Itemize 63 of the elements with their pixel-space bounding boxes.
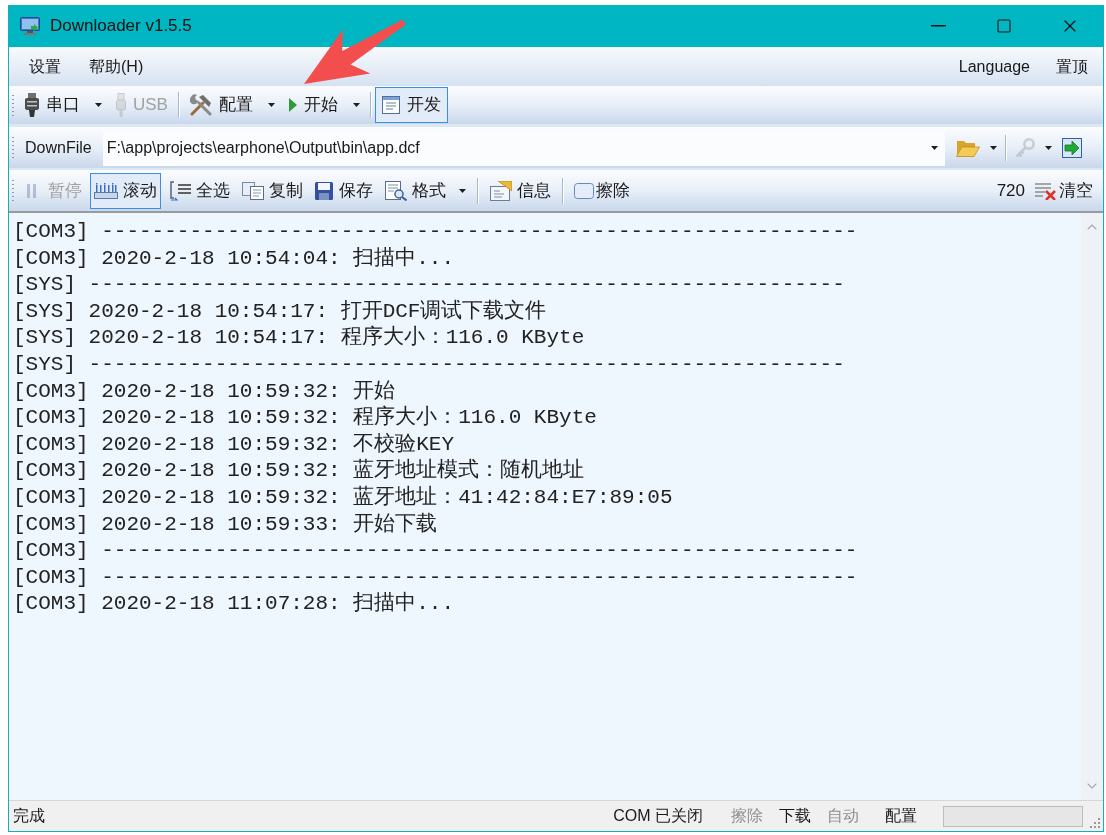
status-label: 配置 [884, 806, 918, 826]
keyboard-icon [94, 182, 118, 199]
menu-item[interactable]: 设置 [15, 51, 75, 82]
log-line: [COM3] 2020-2-18 10:59:32: 蓝牙地址：41:42:84:E7:89:05 [13, 484, 673, 511]
card-icon [490, 180, 512, 201]
log-line: [SYS] ------------------------------------------------------------ [13, 351, 845, 378]
log-line: [COM3] ------------------------------------------------------------ [13, 538, 858, 565]
menu-item[interactable]: 帮助(H) [75, 51, 158, 82]
copy-button[interactable]: 复制 [238, 172, 307, 209]
folder-icon [956, 138, 980, 157]
menu-item[interactable]: 置顶 [1043, 51, 1101, 82]
config-button[interactable]: 配置 [182, 87, 282, 123]
log-line: [COM3] 2020-2-18 10:59:32: 蓝牙地址模式：随机地址 [13, 458, 585, 485]
maximize-icon [996, 18, 1012, 34]
log-line: [COM3] 2020-2-18 10:54:04: 扫描中... [13, 245, 455, 272]
tools-icon [189, 94, 212, 116]
develop-button[interactable]: 开发 [374, 87, 448, 123]
key-icon [1015, 137, 1035, 158]
log-line: [COM3] 2020-2-18 10:59:33: 开始下载 [13, 511, 438, 538]
usb-plug-icon [116, 93, 126, 117]
window-title: Downloader v1.5.5 [50, 15, 192, 38]
copy-icon [242, 181, 264, 200]
select-all-button[interactable]: 全选 [165, 172, 234, 209]
document-icon [381, 96, 400, 114]
serial-port-button[interactable]: 串口 [18, 87, 109, 123]
menu-item[interactable]: Language [945, 51, 1043, 82]
line-count: 720 [996, 179, 1025, 202]
log-line: [SYS] 2020-2-18 10:54:17: 打开DCF调试下载文件 [13, 298, 547, 325]
save-button[interactable]: 保存 [311, 172, 377, 209]
status-message: 完成 [13, 806, 45, 826]
log-line: [SYS] 2020-2-18 10:54:17: 程序大小：116.0 KByte [13, 325, 585, 352]
caret-icon [930, 145, 938, 150]
log-line: [COM3] ------------------------------------------------------------ [13, 564, 858, 591]
log-line: [COM3] 2020-2-18 10:59:32: 开始 [13, 378, 396, 405]
file-label: DownFile [25, 137, 92, 158]
connector-icon [25, 93, 39, 117]
status-label: 自动 [826, 806, 860, 826]
erase-checkbox[interactable]: 擦除 [571, 172, 633, 209]
info-button[interactable]: 信息 [486, 172, 555, 209]
minimize-icon [930, 25, 946, 27]
clear-button[interactable]: 清空 [1033, 172, 1095, 209]
scrollbar[interactable] [1081, 213, 1103, 800]
format-button[interactable]: 格式 [381, 172, 470, 209]
port-status: COM 已关闭 [613, 806, 703, 826]
log-line: [SYS] ------------------------------------------------------------ [13, 272, 845, 299]
scroll-button[interactable]: 滚动 [90, 172, 161, 209]
select-all-icon [169, 180, 191, 201]
start-button[interactable]: 开始 [281, 87, 367, 123]
log-line: [COM3] 2020-2-18 11:07:28: 扫描中... [13, 591, 455, 618]
clear-list-icon [1035, 181, 1056, 200]
resize-grip-icon[interactable] [1089, 817, 1100, 828]
status-label: 擦除 [730, 806, 764, 826]
log-line: [COM3] 2020-2-18 10:59:32: 不校验KEY [13, 431, 455, 458]
log-line: [COM3] 2020-2-18 10:59:32: 程序大小：116.0 KByte [13, 405, 597, 432]
monitor-icon [20, 17, 40, 35]
document-search-icon [385, 180, 407, 201]
status-label: 下载 [778, 806, 812, 826]
checkbox-icon[interactable] [574, 182, 594, 199]
play-icon [288, 98, 297, 112]
pause-icon [27, 183, 36, 198]
arrow-into-box-icon [1062, 137, 1082, 158]
file-path-input[interactable]: F:\app\projects\earphone\Output\bin\app.dcf [102, 129, 923, 166]
log-line: [COM3] ------------------------------------------------------------ [13, 219, 858, 245]
